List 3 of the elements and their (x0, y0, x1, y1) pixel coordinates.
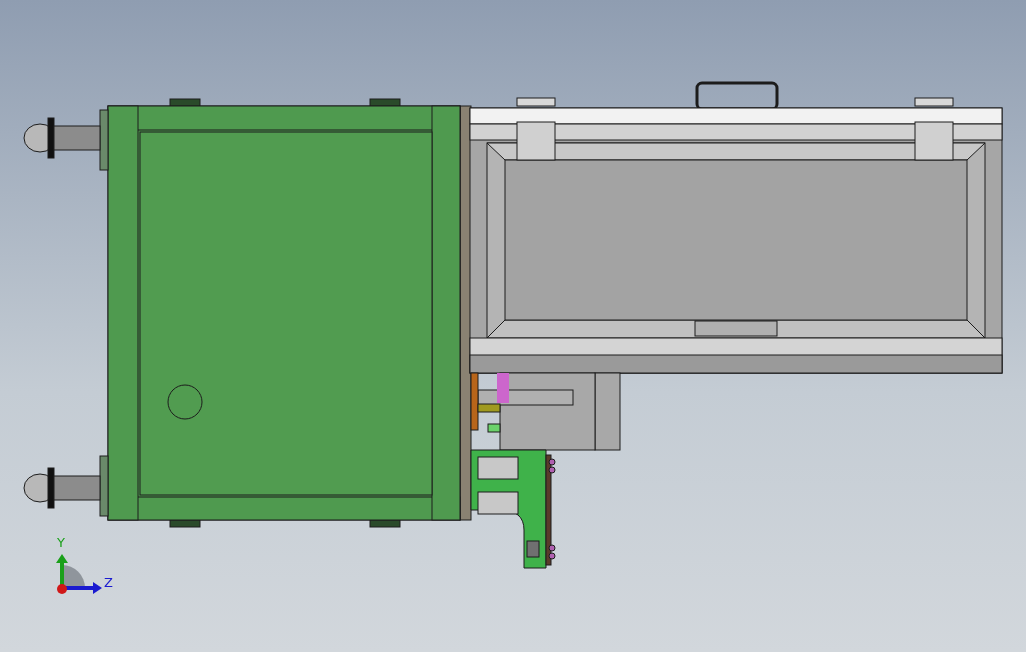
origin-dot (57, 584, 67, 594)
axis-label: Y (57, 535, 65, 550)
axis-label: Z (104, 575, 113, 590)
